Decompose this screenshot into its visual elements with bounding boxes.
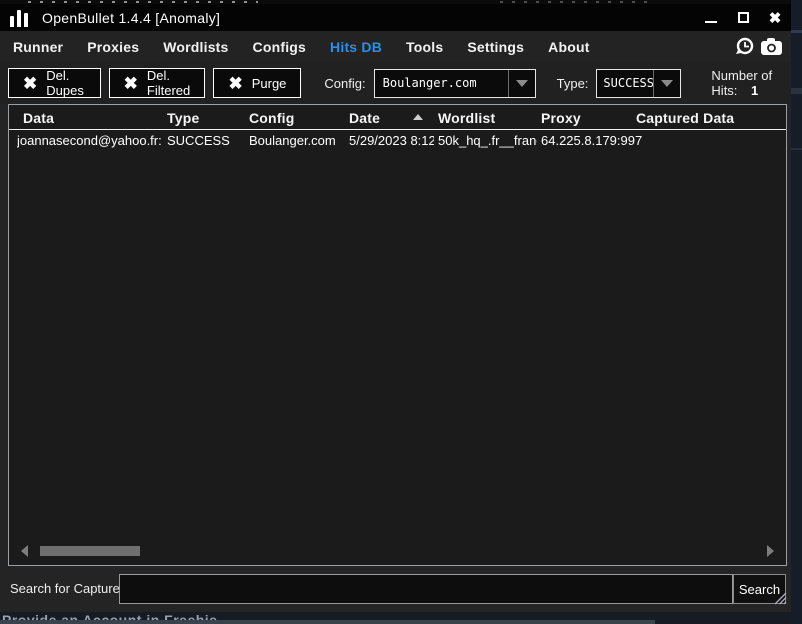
scrollbar-track[interactable]: [28, 542, 767, 560]
delete-filtered-button[interactable]: ✖ Del. Filtered: [109, 68, 206, 98]
config-dropdown[interactable]: Boulanger.com: [374, 69, 536, 98]
close-button[interactable]: ✖: [767, 10, 783, 26]
column-header-wordlist[interactable]: Wordlist: [438, 110, 495, 126]
cell-data: joannasecond@yahoo.fr:Jr: [17, 133, 161, 148]
cell-type: SUCCESS: [167, 133, 245, 148]
openbullet-window: OpenBullet 1.4.4 [Anomaly] ✖ Runner Prox…: [0, 4, 791, 612]
menu-item-wordlists[interactable]: Wordlists: [163, 39, 228, 55]
search-for-capture-label: Search for Capture:: [10, 581, 123, 596]
menu-item-tools[interactable]: Tools: [406, 39, 443, 55]
menu-item-runner[interactable]: Runner: [13, 39, 63, 55]
window-title: OpenBullet 1.4.4 [Anomaly]: [42, 10, 220, 26]
type-dropdown[interactable]: SUCCESS: [596, 69, 681, 98]
purge-button[interactable]: ✖ Purge: [213, 68, 301, 98]
config-dropdown-value: Boulanger.com: [375, 70, 508, 97]
column-header-data[interactable]: Data: [23, 110, 54, 126]
background-window-right-strip: [791, 0, 802, 624]
column-header-proxy[interactable]: Proxy: [541, 110, 581, 126]
background-clipped-link-text: Provide an Account in Freebie.: [2, 612, 222, 620]
titlebar: OpenBullet 1.4.4 [Anomaly] ✖: [0, 4, 791, 31]
column-header-config[interactable]: Config: [249, 110, 295, 126]
scroll-left-icon[interactable]: [21, 545, 28, 557]
hits-table: Data Type Config Date Wordlist Proxy Cap…: [8, 104, 787, 566]
delete-dupes-button[interactable]: ✖ Del. Dupes: [8, 68, 101, 98]
header-divider: [9, 129, 786, 130]
column-header-captured-data[interactable]: Captured Data: [636, 110, 734, 126]
delete-icon: ✖: [228, 75, 242, 92]
search-capture-input[interactable]: [119, 574, 733, 604]
background-text-fragments: [500, 1, 650, 3]
resize-grip-icon[interactable]: [774, 592, 787, 610]
toolbar: ✖ Del. Dupes ✖ Del. Filtered ✖ Purge Con…: [0, 62, 791, 104]
cell-proxy: 64.225.8.179:997: [541, 133, 661, 148]
minimize-button[interactable]: [703, 10, 719, 26]
type-dropdown-value: SUCCESS: [597, 70, 653, 97]
menu-item-proxies[interactable]: Proxies: [87, 39, 139, 55]
background-window-bottom-sliver: Provide an Account in Freebie.: [0, 612, 791, 624]
chevron-down-icon: [653, 70, 680, 97]
type-label: Type:: [557, 76, 589, 91]
config-label: Config:: [324, 76, 365, 91]
scroll-right-icon[interactable]: [767, 545, 774, 557]
cell-config: Boulanger.com: [249, 133, 345, 148]
maximize-button[interactable]: [735, 10, 751, 26]
menu-item-configs[interactable]: Configs: [253, 39, 307, 55]
menu-item-about[interactable]: About: [548, 39, 589, 55]
number-of-hits: Number of Hits: 1: [711, 68, 791, 98]
delete-icon: ✖: [23, 75, 37, 92]
cell-date: 5/29/2023 8:12: [349, 133, 434, 148]
menu-item-hits-db[interactable]: Hits DB: [330, 39, 382, 55]
camera-icon[interactable]: [760, 37, 783, 56]
scrollbar-thumb[interactable]: [40, 546, 140, 556]
cell-wordlist: 50k_hq_.fr__franc: [438, 133, 537, 148]
column-header-date[interactable]: Date: [349, 110, 380, 126]
search-bar: Search for Capture: Search: [0, 566, 791, 612]
menu-item-settings[interactable]: Settings: [467, 39, 524, 55]
openbullet-logo-icon: [10, 9, 28, 27]
horizontal-scrollbar[interactable]: [13, 542, 782, 560]
delete-icon: ✖: [124, 75, 138, 92]
hits-label: Number of Hits:: [711, 68, 772, 98]
history-clock-icon[interactable]: [734, 36, 755, 57]
hits-count: 1: [751, 83, 758, 98]
menubar: Runner Proxies Wordlists Configs Hits DB…: [0, 31, 791, 62]
sort-ascending-icon: [413, 114, 423, 120]
background-text-fragments: [28, 1, 258, 3]
chevron-down-icon: [508, 70, 535, 97]
column-header-type[interactable]: Type: [167, 110, 199, 126]
